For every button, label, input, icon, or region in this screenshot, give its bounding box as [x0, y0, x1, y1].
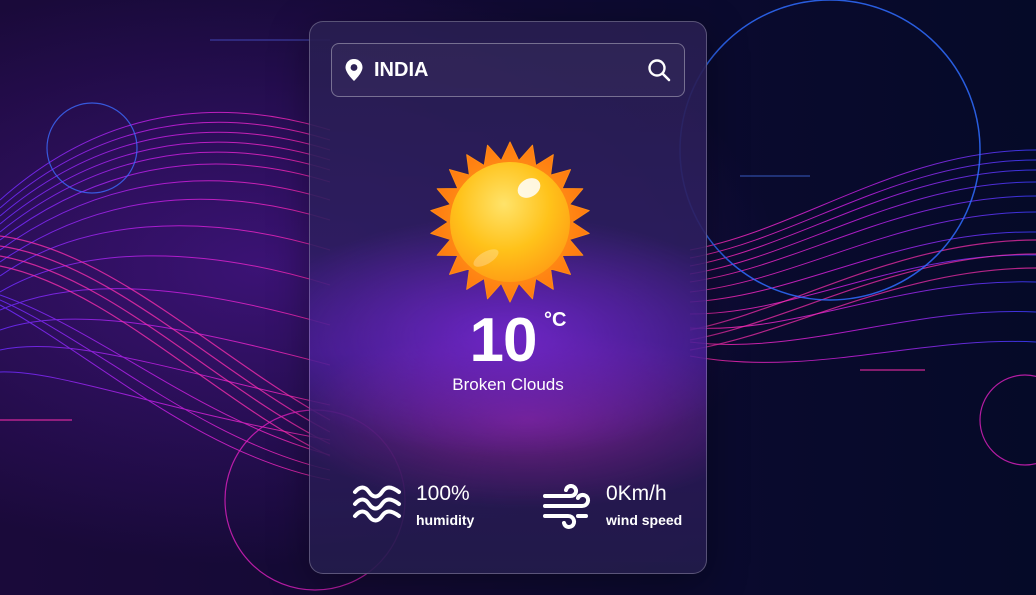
temperature-display: 10 °C: [310, 305, 706, 377]
temperature-unit: °C: [544, 309, 567, 331]
search-box: [331, 43, 685, 97]
wind-icon: [543, 484, 591, 529]
search-icon[interactable]: [646, 57, 672, 83]
wind-stat: 0Km/h wind speed: [542, 480, 702, 536]
humidity-label: humidity: [416, 512, 475, 528]
map-pin-icon: [345, 59, 363, 81]
humidity-value: 100%: [416, 482, 470, 505]
wind-speed-value: 0Km/h: [606, 482, 667, 505]
search-input[interactable]: [374, 56, 634, 84]
weather-condition: Broken Clouds: [452, 375, 564, 394]
temperature-value: 10: [469, 306, 538, 375]
waves-icon: [353, 485, 401, 523]
wind-speed-label: wind speed: [606, 512, 683, 528]
weather-app: 10 °C Broken Clouds 100% humidity: [0, 0, 1036, 595]
weather-card: 10 °C Broken Clouds 100% humidity: [309, 21, 707, 574]
humidity-stat: 100% humidity: [352, 480, 522, 536]
sun-icon: [430, 141, 590, 303]
